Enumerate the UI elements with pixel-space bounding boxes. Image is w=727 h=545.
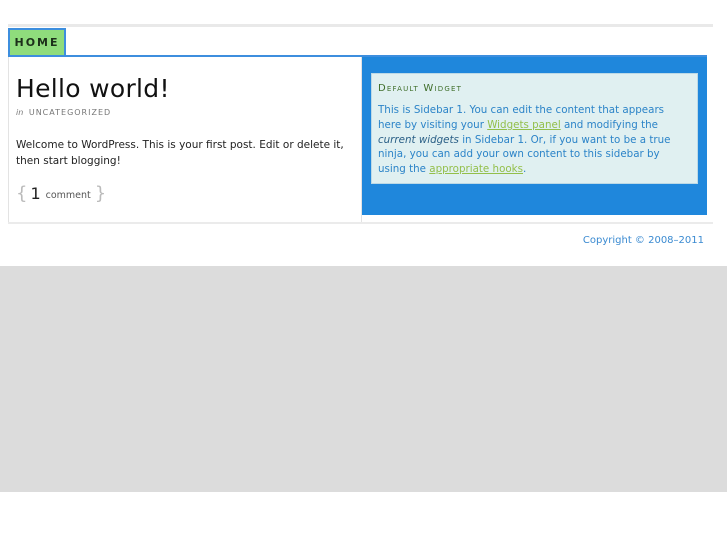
comment-label: comment — [45, 189, 91, 201]
widgets-panel-link[interactable]: Widgets panel — [487, 119, 560, 131]
footer-divider — [8, 222, 713, 224]
widget-text-4: . — [523, 163, 527, 176]
post-body: Welcome to WordPress. This is your first… — [16, 139, 344, 167]
post-title[interactable]: Hello world! — [16, 74, 170, 103]
footer-copyright: Copyright © 2008–2011 — [582, 235, 704, 246]
comment-brace-open: { — [16, 183, 28, 204]
nav-item-home[interactable]: HOME — [8, 28, 66, 55]
widget-title: Default Widget — [378, 83, 463, 94]
widget-emphasis: current widgets — [378, 133, 459, 146]
appropriate-hooks-link[interactable]: appropriate hooks — [429, 163, 523, 175]
page-background-band — [0, 266, 727, 492]
widget-text-2: and modifying the — [560, 118, 658, 131]
header-divider — [8, 24, 713, 27]
comment-count: 1 — [30, 184, 41, 203]
nav-item-home-label: HOME — [14, 36, 60, 49]
widget-text: This is Sidebar 1. You can edit the cont… — [378, 103, 688, 177]
post-meta-prefix: in — [16, 108, 24, 117]
post-meta: in UNCATEGORIZED — [16, 108, 111, 117]
comments-link[interactable]: { 1 comment } — [16, 183, 106, 204]
comment-brace-close: } — [94, 183, 107, 204]
post-category-link[interactable]: UNCATEGORIZED — [29, 108, 111, 117]
